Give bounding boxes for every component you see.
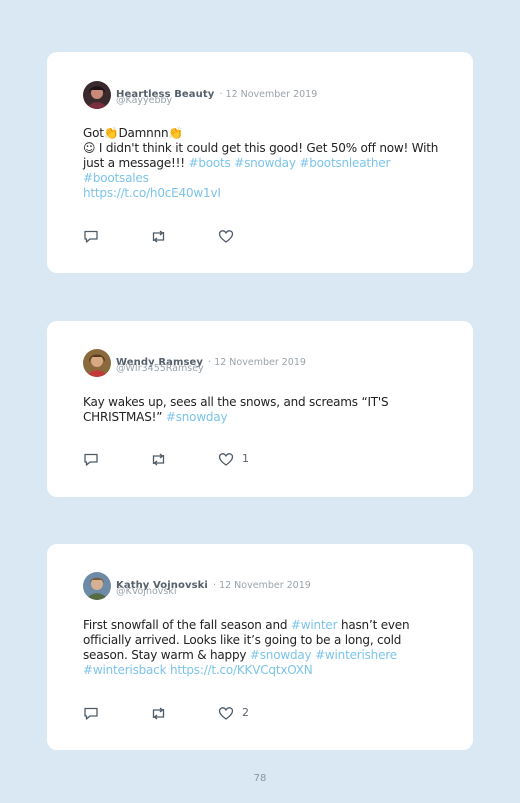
reply-icon[interactable]: [83, 706, 99, 721]
retweet-icon[interactable]: [150, 229, 167, 244]
retweet-icon[interactable]: [150, 452, 167, 467]
hashtag-link[interactable]: #snowday: [234, 156, 296, 170]
hashtag-link[interactable]: #winterisback: [83, 663, 167, 677]
avatar[interactable]: [83, 572, 111, 600]
tweet-text-line: Kay wakes up, sees all the snows, and sc…: [83, 395, 389, 409]
tweet-text-line: Got👏Damnnn👏: [83, 126, 184, 140]
tweet-date: · 12 November 2019: [208, 357, 306, 368]
retweet-icon[interactable]: [150, 706, 167, 721]
tweet-actions: [83, 229, 383, 245]
tweet-text-line: CHRISTMAS!” #snowday: [83, 410, 443, 425]
avatar[interactable]: [83, 81, 111, 109]
url-link[interactable]: https://t.co/KKVCqtxOXN: [170, 663, 313, 677]
tweet-text-segment: CHRISTMAS!”: [83, 410, 166, 424]
tweet-text: Kay wakes up, sees all the snows, and sc…: [83, 395, 443, 425]
url-link[interactable]: https://t.co/h0cE40w1vI: [83, 186, 221, 200]
tweet-text: Got👏Damnnn👏 ☺ I didn't think it could ge…: [83, 126, 443, 201]
avatar[interactable]: [83, 349, 111, 377]
tweet-text: First snowfall of the fall season and #w…: [83, 618, 443, 678]
tweet-actions: 2: [83, 706, 383, 722]
like-count: 2: [242, 706, 249, 719]
tweet-text-line: First snowfall of the fall season and #w…: [83, 618, 443, 633]
tweet-text-segment: First snowfall of the fall season and: [83, 618, 291, 632]
tweet-date: · 12 November 2019: [219, 89, 318, 100]
tweet-card-1: Heartless Beauty · 12 November 2019 @Kay…: [47, 52, 473, 273]
author-handle[interactable]: @Kayyebby: [116, 95, 172, 106]
reply-icon[interactable]: [83, 229, 99, 244]
hashtag-link[interactable]: #winterishere: [315, 648, 397, 662]
like-icon[interactable]: [218, 229, 234, 244]
author-handle[interactable]: @KVojnovski: [116, 586, 177, 597]
like-count: 1: [242, 452, 249, 465]
like-icon[interactable]: [218, 452, 234, 467]
tweet-text-segment: season. Stay warm & happy: [83, 648, 250, 662]
hashtag-link[interactable]: #snowday: [166, 410, 228, 424]
like-icon[interactable]: [218, 706, 234, 721]
tweet-text-line: ☺ I didn't think it could get this good!…: [83, 141, 439, 155]
tweet-text-line: just a message!!! #boots #snowday #boots…: [83, 156, 443, 171]
tweet-text-segment: hasn’t even: [337, 618, 410, 632]
tweet-text-line: season. Stay warm & happy #snowday #wint…: [83, 648, 443, 663]
author-handle[interactable]: @WIr3455Ramsey: [116, 363, 204, 374]
reply-icon[interactable]: [83, 452, 99, 467]
hashtag-link[interactable]: #snowday: [250, 648, 312, 662]
tweet-date: · 12 November 2019: [213, 580, 311, 591]
hashtag-link[interactable]: #bootsales: [83, 171, 149, 185]
hashtag-link[interactable]: #winter: [291, 618, 338, 632]
page-number: 78: [253, 773, 267, 784]
hashtag-link[interactable]: #boots: [188, 156, 230, 170]
tweet-actions: 1: [83, 452, 383, 468]
tweet-card-2: Wendy Ramsey · 12 November 2019 @WIr3455…: [47, 321, 473, 497]
tweet-text-segment: just a message!!!: [83, 156, 189, 170]
tweet-card-3: Kathy Vojnovski · 12 November 2019 @KVoj…: [47, 544, 473, 750]
hashtag-link[interactable]: #bootsnleather: [299, 156, 390, 170]
tweet-text-line: officially arrived. Looks like it’s goin…: [83, 633, 402, 647]
